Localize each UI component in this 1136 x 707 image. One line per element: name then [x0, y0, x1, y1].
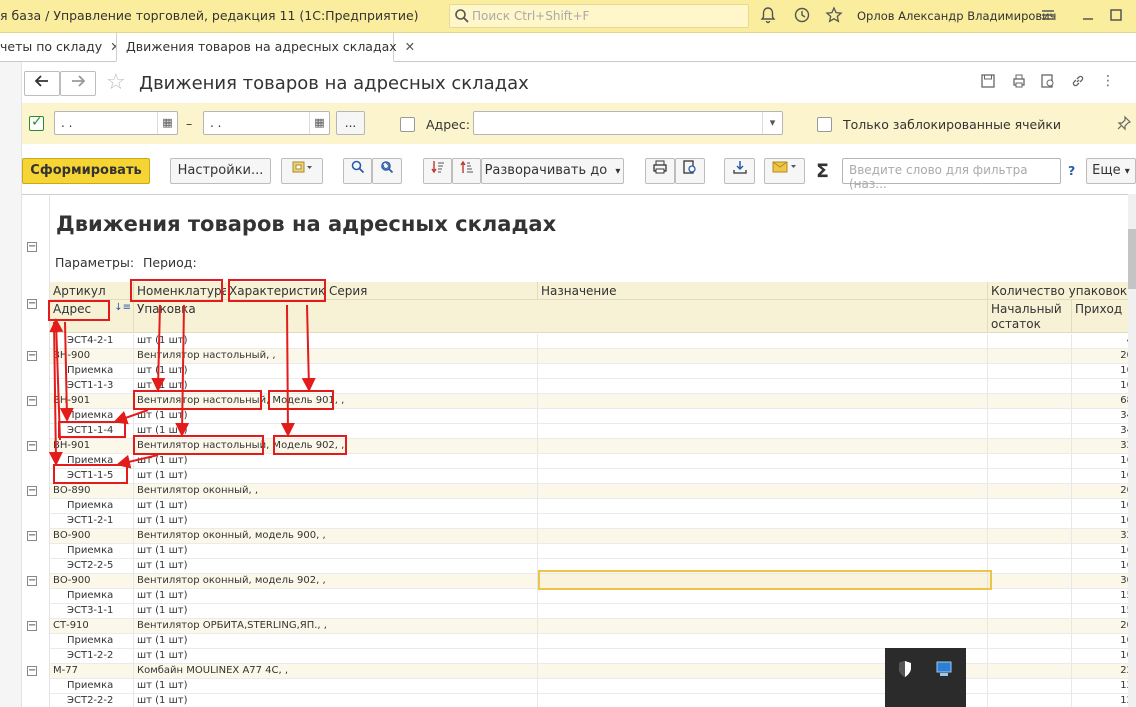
- shield-icon[interactable]: [897, 660, 913, 681]
- network-icon[interactable]: [935, 660, 953, 681]
- scroll-thumb[interactable]: [1128, 229, 1136, 289]
- annotation-arrows: [48, 304, 316, 469]
- vertical-scrollbar[interactable]: [1128, 194, 1136, 707]
- system-tray-popup: [885, 648, 966, 707]
